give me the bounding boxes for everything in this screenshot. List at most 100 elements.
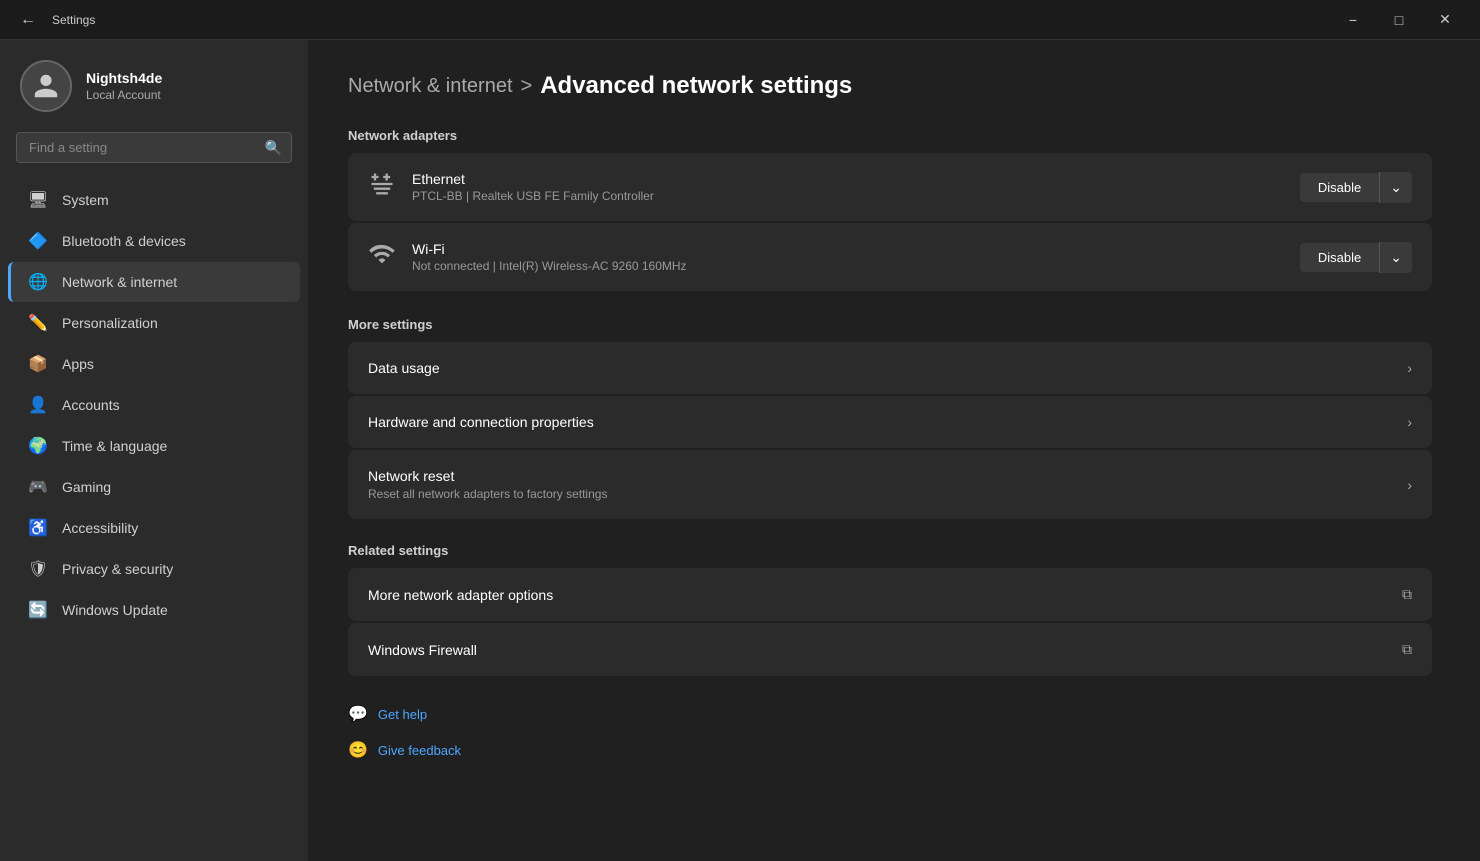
- close-button[interactable]: ✕: [1422, 4, 1468, 36]
- windows-firewall-row[interactable]: Windows Firewall ⧉: [348, 623, 1432, 676]
- data-usage-title: Data usage: [368, 360, 440, 376]
- gaming-nav-icon: 🎮: [28, 477, 48, 497]
- sidebar-item-system[interactable]: 🖥 System: [8, 180, 300, 220]
- ethernet-desc: PTCL-BB | Realtek USB FE Family Controll…: [412, 189, 1284, 203]
- related-settings-title: Related settings: [348, 543, 1432, 558]
- user-icon: [32, 72, 60, 100]
- profile-type: Local Account: [86, 88, 162, 102]
- get-help-icon: 💬: [348, 704, 368, 724]
- breadcrumb: Network & internet > Advanced network se…: [348, 72, 1432, 100]
- breadcrumb-separator: >: [521, 75, 533, 98]
- maximize-button[interactable]: □: [1376, 4, 1422, 36]
- ethernet-icon: [368, 170, 396, 205]
- more-settings-title: More settings: [348, 317, 1432, 332]
- hardware-props-chevron-icon: ›: [1407, 414, 1412, 430]
- wifi-icon: [368, 240, 396, 275]
- wifi-actions: Disable ⌄: [1300, 242, 1412, 273]
- data-usage-chevron-icon: ›: [1407, 360, 1412, 376]
- accessibility-nav-icon: ♿: [28, 518, 48, 538]
- sidebar-item-bluetooth[interactable]: 🔷 Bluetooth & devices: [8, 221, 300, 261]
- privacy-nav-icon: 🛡: [28, 559, 48, 579]
- system-nav-icon: 🖥: [28, 190, 48, 210]
- get-help-label: Get help: [378, 707, 427, 722]
- network-reset-title: Network reset: [368, 468, 607, 484]
- ethernet-info: Ethernet PTCL-BB | Realtek USB FE Family…: [412, 171, 1284, 203]
- profile-info: Nightsh4de Local Account: [86, 70, 162, 102]
- sidebar-item-label-accessibility: Accessibility: [62, 520, 138, 536]
- titlebar: ← Settings − □ ✕: [0, 0, 1480, 40]
- wifi-disable-button[interactable]: Disable: [1300, 243, 1379, 272]
- sidebar-nav: 🖥 System 🔷 Bluetooth & devices 🌐 Network & in…: [0, 179, 308, 845]
- wifi-desc: Not connected | Intel(R) Wireless-AC 926…: [412, 259, 1284, 273]
- ethernet-disable-button[interactable]: Disable: [1300, 173, 1379, 202]
- apps-nav-icon: 📦: [28, 354, 48, 374]
- adapters-group: Ethernet PTCL-BB | Realtek USB FE Family…: [348, 153, 1432, 293]
- more-adapter-options-title: More network adapter options: [368, 587, 553, 603]
- related-settings-section: Related settings More network adapter op…: [348, 543, 1432, 676]
- sidebar-search-container: 🔍: [16, 132, 292, 163]
- hardware-props-title: Hardware and connection properties: [368, 414, 594, 430]
- sidebar-item-accounts[interactable]: 👤 Accounts: [8, 385, 300, 425]
- sidebar-item-label-update: Windows Update: [62, 602, 168, 618]
- give-feedback-icon: 😊: [348, 740, 368, 760]
- personalization-nav-icon: ✏️: [28, 313, 48, 333]
- sidebar-item-label-network: Network & internet: [62, 274, 177, 290]
- ethernet-adapter-card: Ethernet PTCL-BB | Realtek USB FE Family…: [348, 153, 1432, 221]
- sidebar-item-privacy[interactable]: 🛡 Privacy & security: [8, 549, 300, 589]
- more-settings-section: More settings Data usage › Hardware and …: [348, 317, 1432, 519]
- bluetooth-nav-icon: 🔷: [28, 231, 48, 251]
- sidebar-item-label-system: System: [62, 192, 109, 208]
- sidebar-item-label-privacy: Privacy & security: [62, 561, 173, 577]
- network-adapters-title: Network adapters: [348, 128, 1432, 143]
- main-content: Network & internet > Advanced network se…: [308, 40, 1480, 861]
- sidebar-item-apps[interactable]: 📦 Apps: [8, 344, 300, 384]
- network-reset-chevron-icon: ›: [1407, 477, 1412, 493]
- bottom-links: 💬 Get help 😊 Give feedback: [348, 700, 1432, 764]
- sidebar-item-personalization[interactable]: ✏️ Personalization: [8, 303, 300, 343]
- app-container: Nightsh4de Local Account 🔍 🖥 System 🔷 Bluet…: [0, 40, 1480, 861]
- sidebar-profile[interactable]: Nightsh4de Local Account: [0, 40, 308, 128]
- more-adapter-external-icon: ⧉: [1402, 586, 1412, 603]
- accounts-nav-icon: 👤: [28, 395, 48, 415]
- ethernet-name: Ethernet: [412, 171, 1284, 187]
- windows-firewall-external-icon: ⧉: [1402, 641, 1412, 658]
- get-help-link[interactable]: 💬 Get help: [348, 700, 1432, 728]
- sidebar-item-accessibility[interactable]: ♿ Accessibility: [8, 508, 300, 548]
- network-nav-icon: 🌐: [28, 272, 48, 292]
- sidebar-item-label-time: Time & language: [62, 438, 167, 454]
- give-feedback-link[interactable]: 😊 Give feedback: [348, 736, 1432, 764]
- network-reset-desc: Reset all network adapters to factory se…: [368, 487, 607, 501]
- back-button[interactable]: ←: [12, 7, 44, 33]
- update-nav-icon: 🔄: [28, 600, 48, 620]
- hardware-props-row[interactable]: Hardware and connection properties ›: [348, 396, 1432, 448]
- titlebar-title: Settings: [52, 13, 95, 27]
- sidebar-item-label-personalization: Personalization: [62, 315, 158, 331]
- wifi-name: Wi-Fi: [412, 241, 1284, 257]
- sidebar-item-network[interactable]: 🌐 Network & internet: [8, 262, 300, 302]
- ethernet-actions: Disable ⌄: [1300, 172, 1412, 203]
- wifi-adapter-card: Wi-Fi Not connected | Intel(R) Wireless-…: [348, 223, 1432, 291]
- search-icon: 🔍: [265, 139, 282, 156]
- breadcrumb-parent[interactable]: Network & internet: [348, 75, 513, 98]
- windows-firewall-title: Windows Firewall: [368, 642, 477, 658]
- time-nav-icon: 🌍: [28, 436, 48, 456]
- data-usage-row[interactable]: Data usage ›: [348, 342, 1432, 394]
- ethernet-expand-button[interactable]: ⌄: [1379, 172, 1412, 203]
- sidebar-item-gaming[interactable]: 🎮 Gaming: [8, 467, 300, 507]
- sidebar-item-label-bluetooth: Bluetooth & devices: [62, 233, 186, 249]
- more-adapter-options-row[interactable]: More network adapter options ⧉: [348, 568, 1432, 621]
- sidebar-item-update[interactable]: 🔄 Windows Update: [8, 590, 300, 630]
- profile-name: Nightsh4de: [86, 70, 162, 86]
- titlebar-controls: − □ ✕: [1330, 4, 1468, 36]
- breadcrumb-current: Advanced network settings: [540, 72, 852, 100]
- sidebar-item-label-apps: Apps: [62, 356, 94, 372]
- sidebar-item-label-gaming: Gaming: [62, 479, 111, 495]
- give-feedback-label: Give feedback: [378, 743, 461, 758]
- search-input[interactable]: [16, 132, 292, 163]
- sidebar-item-time[interactable]: 🌍 Time & language: [8, 426, 300, 466]
- network-reset-row[interactable]: Network reset Reset all network adapters…: [348, 450, 1432, 519]
- minimize-button[interactable]: −: [1330, 4, 1376, 36]
- wifi-expand-button[interactable]: ⌄: [1379, 242, 1412, 273]
- avatar: [20, 60, 72, 112]
- sidebar-item-label-accounts: Accounts: [62, 397, 120, 413]
